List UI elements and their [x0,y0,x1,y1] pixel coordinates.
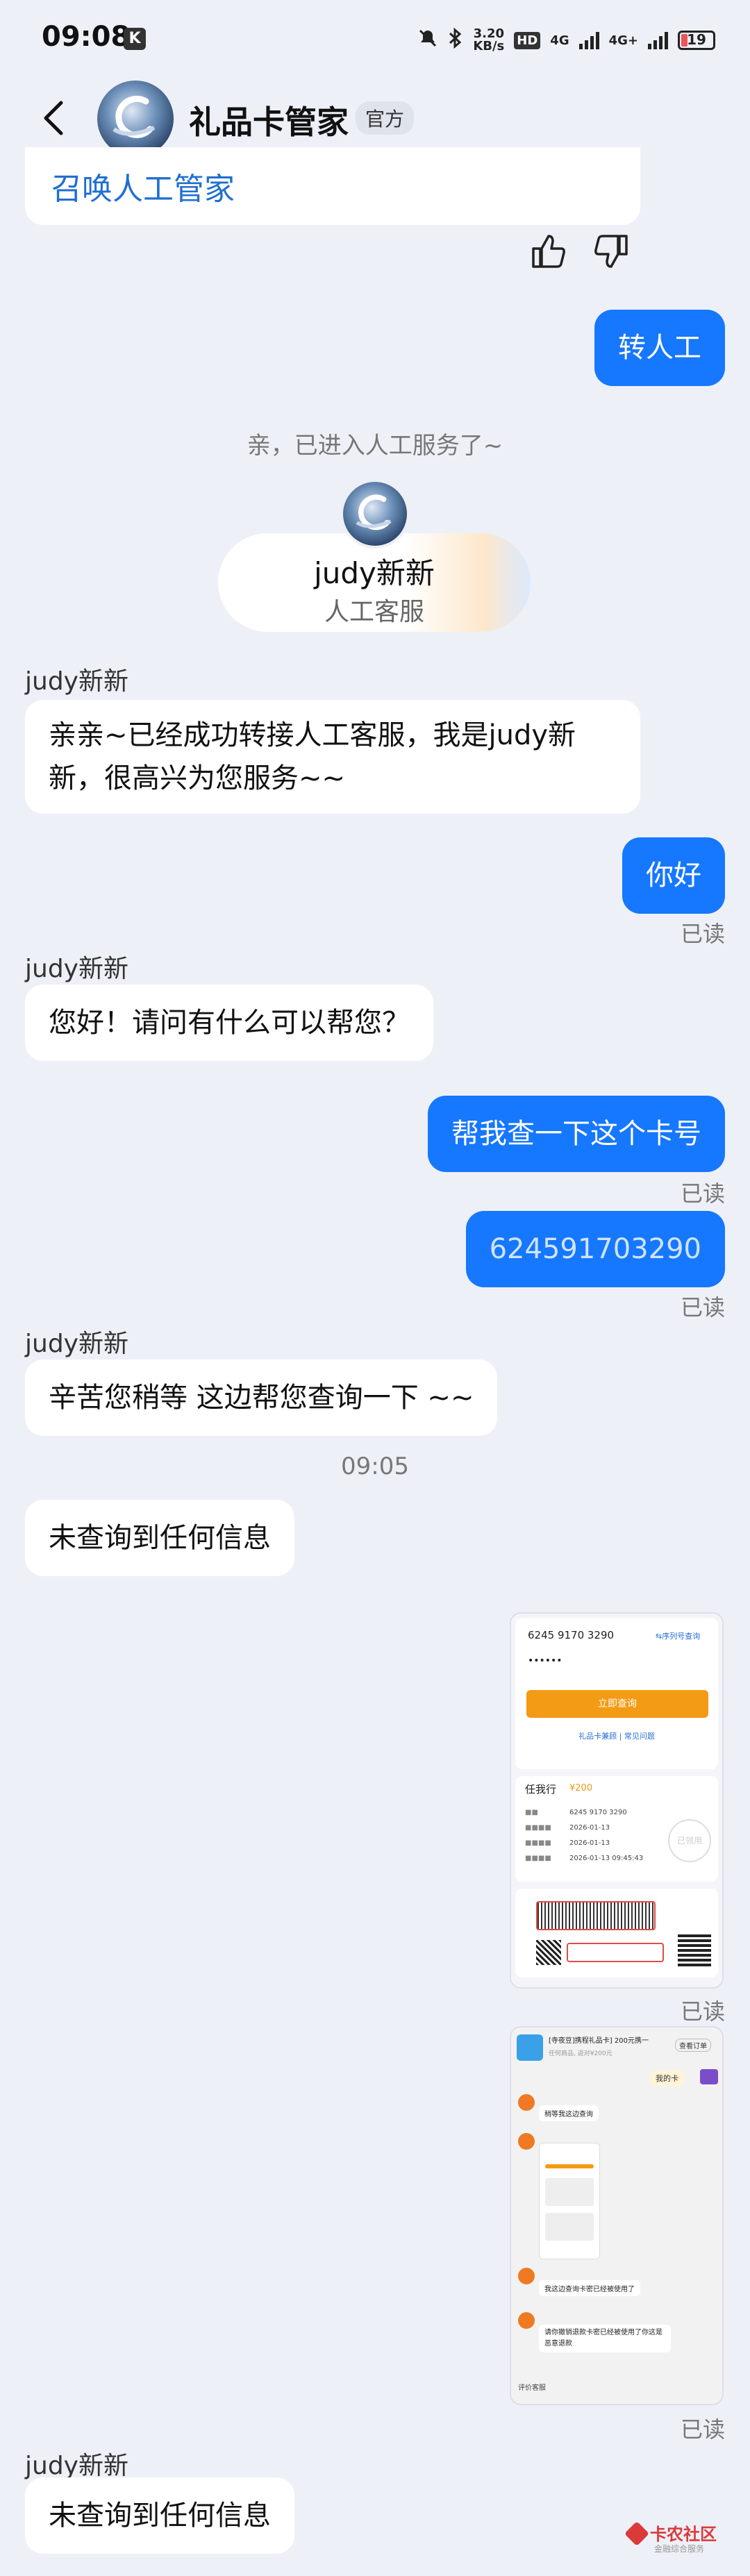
img2-msg: 请你撤销退款卡密已经被使用了你这是恶意退款 [539,2325,671,2352]
summon-human-link[interactable]: 召唤人工管家 [51,164,235,208]
msg-out-query: 帮我查一下这个卡号 [428,1096,725,1172]
img2-msg: 我这边查询卡密已经被使用了 [539,2280,640,2296]
img2-agent-avatar [518,2312,535,2329]
read-receipt: 已读 [680,1998,725,2025]
watermark-logo: 卡农社区 金融综合服务 [624,2519,729,2558]
k-badge: K [124,28,146,50]
img1-barcode [536,1901,656,1930]
img2-order-button: 查看订单 [675,2039,711,2052]
net-speed-unit: KB/s [473,39,505,53]
msg-out-hello: 你好 [622,837,725,914]
sender-name: judy新新 [25,1330,128,1358]
img1-used-stamp: 已领用 [668,1819,711,1862]
thumbs-up-icon[interactable] [529,232,568,271]
img1-links: 礼品卡兼顾 | 常见问题 [578,1732,655,1741]
img1-link-right: ⇆序列号查询 [656,1632,701,1641]
img1-card-no: 6245 9170 3290 [528,1629,615,1641]
watermark-sub: 金融综合服务 [654,2544,705,2554]
img1-price: ¥200 [569,1783,593,1793]
bot-avatar[interactable] [97,81,174,157]
battery-icon: 19 [678,31,715,50]
img1-query-button: 立即查询 [526,1690,708,1718]
watermark-main: 卡农社区 [650,2525,717,2544]
status-icons: 3.20 KB/s HD 4G 4G+ 19 [417,26,715,54]
sim2-label: 4G+ [608,33,638,48]
img2-agent-avatar [518,2094,535,2111]
img2-title: [寺夜豆]携程礼品卡] 200元携一 [549,2037,649,2045]
read-receipt: 已读 [680,1294,725,1321]
msg-in-greeting: 亲亲~已经成功转接人工客服，我是judy新 新，很高兴为您服务~~ [25,700,640,814]
image-query-screenshot[interactable]: 6245 9170 3290 ⇆序列号查询 •••••• 立即查询 礼品卡兼顾 … [510,1612,724,1989]
status-bar: 09:08 K 3.20 KB/s HD 4G 4G+ 19 [0,0,750,83]
img1-pwd-box [567,1943,664,1962]
summon-bubble: 召唤人工管家 [25,147,640,225]
image-chat-screenshot[interactable]: [寺夜豆]携程礼品卡] 200元携一 任何商品, 返对¥200元 查看订单 我的… [510,2026,724,2405]
sys-entered-notice: 亲，已进入人工服务了~ [247,432,503,460]
img1-password: •••••• [528,1655,562,1666]
img2-sub: 任何商品, 返对¥200元 [549,2050,612,2057]
sender-name: judy新新 [25,955,128,983]
img2-footer: 评价客服 [518,2384,546,2392]
status-time: 09:08 [42,21,131,53]
signal2-icon [648,31,668,49]
hd-badge: HD [514,31,541,49]
img1-qr-small [536,1940,561,1965]
img2-msg: 稍等我这边查询 [539,2105,599,2121]
battery-level: 19 [687,31,706,48]
net-speed: 3.20 KB/s [473,28,504,53]
thumbs-down-icon[interactable] [592,232,631,271]
time-separator: 09:05 [341,1453,409,1480]
read-receipt: 已读 [680,921,725,947]
msg-in-not-found: 未查询到任何信息 [25,1500,294,1576]
msg-in-help: 您好！请问有什么可以帮您？ [25,985,433,1061]
chat-title: 礼品卡管家 [189,103,349,141]
sender-name: judy新新 [25,2452,128,2480]
img1-row: 2026-01-13 [569,1839,610,1847]
agent-card-name: judy新新 [314,556,435,590]
img2-product-thumb [517,2034,543,2061]
mute-icon [417,28,438,53]
msg-in-not-found: 未查询到任何信息 [25,2477,294,2554]
signal1-icon [578,31,599,49]
img2-user-avatar [700,2069,718,2084]
img2-agent-avatar [518,2268,535,2284]
read-receipt: 已读 [680,2416,725,2443]
agent-card-role: 人工客服 [324,598,424,626]
bluetooth-icon [448,27,463,53]
agent-avatar[interactable] [340,479,410,549]
img2-agent-avatar [518,2133,535,2150]
img2-my-card: 我的卡 [650,2071,684,2086]
msg-out-card-number[interactable]: 624591703290 [465,1211,725,1287]
img1-row: 2026-01-13 [569,1824,610,1832]
img1-name: 任我行 [525,1783,557,1796]
img1-row: 6245 9170 3290 [569,1809,627,1816]
back-arrow-icon[interactable] [33,96,78,140]
img1-row: 2026-01-13 09:45:43 [569,1855,644,1862]
read-receipt: 已读 [680,1180,725,1207]
msg-in-wait: 辛苦您稍等 这边帮您查询一下 ~~ [25,1360,498,1436]
msg-out-transfer: 转人工 [594,310,725,386]
img1-qr-code [678,1933,711,1966]
img2-inner-screenshot [539,2143,600,2259]
official-badge: 官方 [356,101,415,135]
sim1-label: 4G [550,33,569,48]
sender-name: judy新新 [25,667,128,696]
